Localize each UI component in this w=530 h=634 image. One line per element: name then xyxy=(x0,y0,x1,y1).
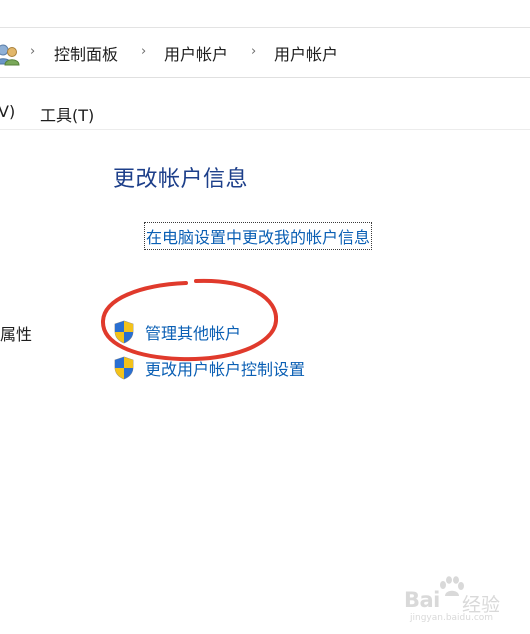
manage-other-accounts-link[interactable]: 管理其他帐户 xyxy=(113,319,241,345)
sidebar-label-properties[interactable]: 属性 xyxy=(0,321,32,345)
breadcrumb-separator[interactable]: › xyxy=(141,44,146,59)
change-uac-settings-label: 更改用户帐户控制设置 xyxy=(145,360,306,379)
user-accounts-icon xyxy=(0,44,20,66)
menu-bar: V) 工具(T) xyxy=(0,98,530,130)
uac-shield-icon xyxy=(114,320,134,344)
change-uac-settings-link[interactable]: 更改用户帐户控制设置 xyxy=(113,355,305,381)
watermark-brand: Bai xyxy=(404,588,440,612)
page-title: 更改帐户信息 xyxy=(113,167,249,192)
uac-shield-icon xyxy=(114,356,134,380)
baidu-jingyan-watermark: Bai 经验 jingyan.baidu.com xyxy=(404,576,524,624)
breadcrumb-user-accounts[interactable]: 用户帐户 xyxy=(164,41,228,65)
breadcrumb-separator[interactable]: › xyxy=(30,44,35,59)
control-panel-window: › 控制面板 › 用户帐户 › 用户帐户 V) 工具(T) 更改帐户信息 在电脑… xyxy=(0,0,530,634)
title-bar xyxy=(0,0,530,28)
breadcrumb-separator[interactable]: › xyxy=(251,44,256,59)
breadcrumb-control-panel[interactable]: 控制面板 xyxy=(54,41,118,65)
manage-other-accounts-label: 管理其他帐户 xyxy=(145,324,242,343)
menu-view[interactable]: V) xyxy=(0,102,15,121)
baidu-paw-icon xyxy=(440,576,464,596)
watermark-brand-tail: 经验 xyxy=(462,594,501,616)
change-account-in-pc-settings-link[interactable]: 在电脑设置中更改我的帐户信息 xyxy=(143,222,373,250)
breadcrumb-user-accounts-current[interactable]: 用户帐户 xyxy=(274,41,338,65)
watermark-url: jingyan.baidu.com xyxy=(410,613,494,623)
menu-tools[interactable]: 工具(T) xyxy=(40,102,94,126)
address-bar[interactable]: › 控制面板 › 用户帐户 › 用户帐户 xyxy=(0,29,530,78)
